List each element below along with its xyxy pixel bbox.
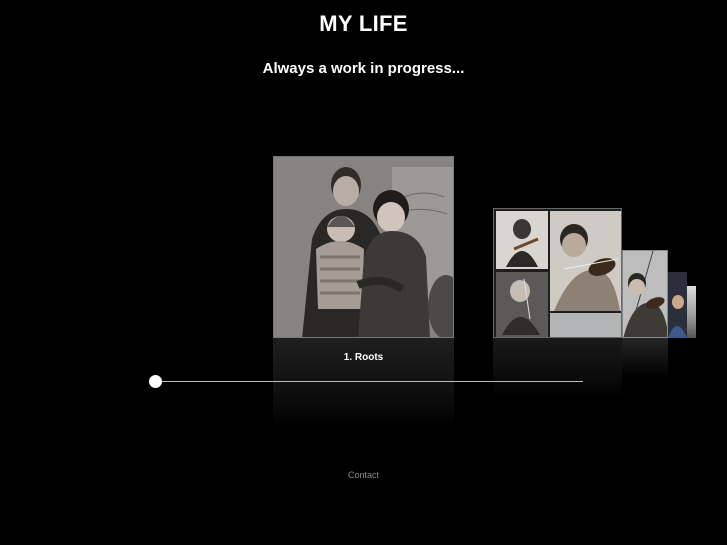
gallery-photo-caption: 1. Roots [343, 352, 384, 363]
family-photo-image [274, 157, 453, 337]
gallery-photo-reflection [622, 338, 668, 378]
gallery-photo-boy-violin[interactable] [622, 250, 668, 338]
contact-link[interactable]: Contact [0, 470, 727, 480]
gallery-slider-handle[interactable] [149, 375, 162, 388]
photo-coverflow[interactable]: 1. Roots [0, 0, 727, 545]
gallery-slider-track[interactable] [158, 381, 583, 382]
gallery-photo-reflection [493, 338, 622, 398]
boy-violin-image [623, 251, 667, 337]
gallery-photo-portrait[interactable] [668, 272, 687, 338]
gallery-photo-far[interactable] [687, 286, 696, 338]
portrait-image [668, 272, 687, 338]
gallery-photo-violin-collage[interactable] [493, 208, 622, 338]
gallery-photo-roots[interactable] [273, 156, 454, 338]
violin-collage-image [494, 209, 621, 337]
